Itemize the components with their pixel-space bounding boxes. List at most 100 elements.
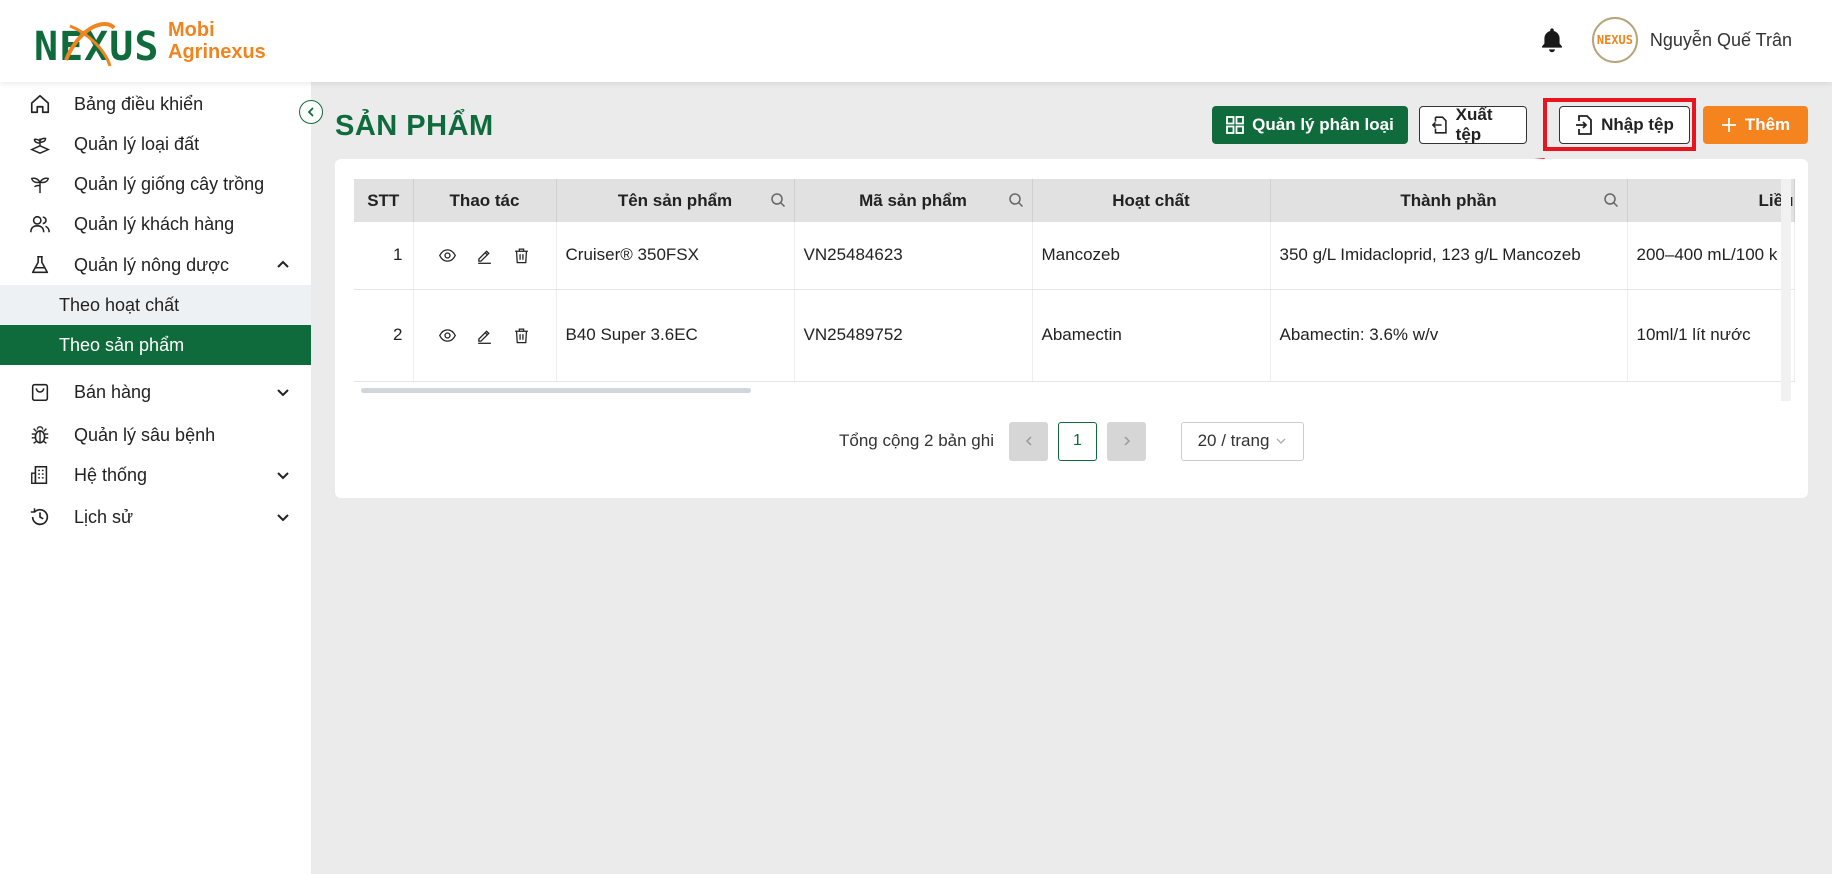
trash-icon[interactable] <box>513 247 530 264</box>
products-table: STT Thao tác Tên sản phẩm Mã sản phẩm Ho… <box>354 179 1795 382</box>
main-content: SẢN PHẨM Quản lý phân loại Xuất tệp Nhập… <box>311 82 1832 874</box>
grid-icon <box>1226 116 1245 134</box>
cell-composition: 350 g/L Imidacloprid, 123 g/L Mancozeb <box>1270 222 1628 290</box>
next-page-button[interactable] <box>1107 421 1146 461</box>
sidebar: Bảng điều khiển Quản lý loại đất Quản lý… <box>0 82 311 874</box>
cell-stt: 1 <box>354 222 414 290</box>
col-header-label: Tên sản phẩm <box>617 190 733 210</box>
chevron-left-icon <box>307 107 314 117</box>
button-label: Xuất tệp <box>1455 105 1493 144</box>
col-header-active-ingredient: Hoạt chất <box>1032 179 1271 222</box>
horizontal-scrollbar[interactable] <box>361 388 751 393</box>
page-size-value: 20 / trang <box>1197 431 1270 450</box>
search-icon[interactable] <box>1603 192 1619 208</box>
highlight-box <box>1543 98 1696 151</box>
user-name[interactable]: Nguyễn Quế Trân <box>1650 30 1792 51</box>
edit-icon[interactable] <box>476 327 493 344</box>
sidebar-item-soil[interactable]: Quản lý loại đất <box>0 124 311 164</box>
sidebar-item-label: Bảng điều khiển <box>74 93 204 114</box>
cell-active-ingredient: Abamectin <box>1032 289 1271 382</box>
brand-name-line2: Agrinexus <box>168 41 266 63</box>
page-size-select[interactable]: 20 / trang <box>1181 421 1304 461</box>
col-header-actions: Thao tác <box>413 179 557 222</box>
sidebar-collapse-button[interactable] <box>299 100 323 124</box>
add-button[interactable]: Thêm <box>1703 106 1808 144</box>
brand-name: Mobi Agrinexus <box>168 19 266 63</box>
sidebar-item-sales[interactable]: Bán hàng <box>0 372 311 412</box>
avatar[interactable]: NEXUS <box>1591 17 1638 63</box>
sidebar-item-pests[interactable]: Quản lý sâu bệnh <box>0 415 311 455</box>
cell-product-name: Cruiser® 350FSX <box>556 222 795 290</box>
table-row: 1 Cruiser® 350FSX VN25484623 Mancozeb 35… <box>354 222 1795 290</box>
sidebar-subitem-by-product[interactable]: Theo sản phẩm <box>0 325 311 365</box>
cell-product-code: VN25484623 <box>794 222 1033 290</box>
users-icon <box>28 212 52 236</box>
sidebar-subitem-label: Theo sản phẩm <box>59 334 185 355</box>
trash-icon[interactable] <box>513 327 530 344</box>
sidebar-item-crops[interactable]: Quản lý giống cây trồng <box>0 164 311 204</box>
edit-icon[interactable] <box>476 247 493 264</box>
search-icon[interactable] <box>770 192 786 208</box>
home-icon <box>28 92 52 116</box>
building-icon <box>28 463 52 487</box>
sidebar-subitem-label: Theo hoạt chất <box>59 294 180 315</box>
sidebar-item-label: Lịch sử <box>74 506 134 527</box>
col-header-composition: Thành phần <box>1270 179 1628 222</box>
sidebar-subitem-by-active-ingredient[interactable]: Theo hoạt chất <box>0 285 311 325</box>
col-header-product-code: Mã sản phẩm <box>794 179 1033 222</box>
sidebar-item-label: Hệ thống <box>74 464 148 485</box>
sidebar-item-history[interactable]: Lịch sử <box>0 497 311 537</box>
cell-product-name: B40 Super 3.6EC <box>556 289 795 382</box>
bug-icon <box>28 423 52 447</box>
page-1-button[interactable]: 1 <box>1058 421 1097 461</box>
sidebar-item-label: Quản lý sâu bệnh <box>74 424 216 445</box>
eye-icon[interactable] <box>439 327 456 344</box>
brand-logo[interactable]: NEXUS Mobi Agrinexus <box>34 14 266 70</box>
cell-dose: 200–400 mL/100 k <box>1627 222 1795 290</box>
sidebar-item-label: Quản lý khách hàng <box>74 213 235 234</box>
cell-actions <box>413 289 557 382</box>
chevron-down-icon <box>277 514 289 522</box>
sidebar-item-system[interactable]: Hệ thống <box>0 455 311 495</box>
file-export-icon <box>1432 116 1447 134</box>
sidebar-item-label: Quản lý giống cây trồng <box>74 173 265 194</box>
export-file-button[interactable]: Xuất tệp <box>1419 105 1527 144</box>
sidebar-item-customers[interactable]: Quản lý khách hàng <box>0 204 311 244</box>
top-header: NEXUS Mobi Agrinexus NEXUS Nguyễn Quế Tr… <box>0 0 1832 82</box>
eye-icon[interactable] <box>439 247 456 264</box>
manage-categories-button[interactable]: Quản lý phân loại <box>1212 106 1408 144</box>
table-row: 2 B40 Super 3.6EC VN25489752 Abamectin A… <box>354 289 1795 382</box>
soil-icon <box>28 132 52 156</box>
chevron-down-icon <box>277 472 289 480</box>
cell-product-code: VN25489752 <box>794 289 1033 382</box>
chevron-down-icon <box>277 389 289 397</box>
products-table-wrapper: STT Thao tác Tên sản phẩm Mã sản phẩm Ho… <box>354 179 1797 401</box>
shopping-bag-icon <box>28 380 52 404</box>
sidebar-item-label: Bán hàng <box>74 381 152 402</box>
vertical-scrollbar[interactable] <box>1781 179 1791 401</box>
page-title: SẢN PHẨM <box>335 110 494 142</box>
pagination-total: Tổng cộng 2 bản ghi <box>838 431 994 450</box>
chevron-right-icon <box>1123 436 1130 446</box>
clock-icon <box>28 505 52 529</box>
bell-icon[interactable] <box>1538 26 1566 54</box>
chevron-left-icon <box>1025 436 1032 446</box>
col-header-label: Thành phần <box>1400 190 1497 210</box>
cell-composition: Abamectin: 3.6% w/v <box>1270 289 1628 382</box>
brand-name-line1: Mobi <box>168 19 215 41</box>
products-card: STT Thao tác Tên sản phẩm Mã sản phẩm Ho… <box>335 159 1808 498</box>
sidebar-item-dashboard[interactable]: Bảng điều khiển <box>0 84 311 124</box>
sidebar-item-label: Quản lý nông dược <box>74 254 229 275</box>
button-label: Quản lý phân loại <box>1252 115 1394 134</box>
user-area: NEXUS Nguyễn Quế Trân <box>1538 16 1792 64</box>
prev-page-button[interactable] <box>1009 421 1048 461</box>
cell-stt: 2 <box>354 289 414 382</box>
search-icon[interactable] <box>1008 192 1024 208</box>
cell-active-ingredient: Mancozeb <box>1032 222 1271 290</box>
col-header-stt: STT <box>354 179 414 222</box>
table-header-row: STT Thao tác Tên sản phẩm Mã sản phẩm Ho… <box>354 179 1795 222</box>
flask-icon <box>28 253 52 277</box>
chevron-down-icon <box>1276 438 1286 444</box>
sidebar-item-pesticides[interactable]: Quản lý nông dược <box>0 245 311 285</box>
pagination: Tổng cộng 2 bản ghi 1 20 / trang <box>335 421 1808 461</box>
